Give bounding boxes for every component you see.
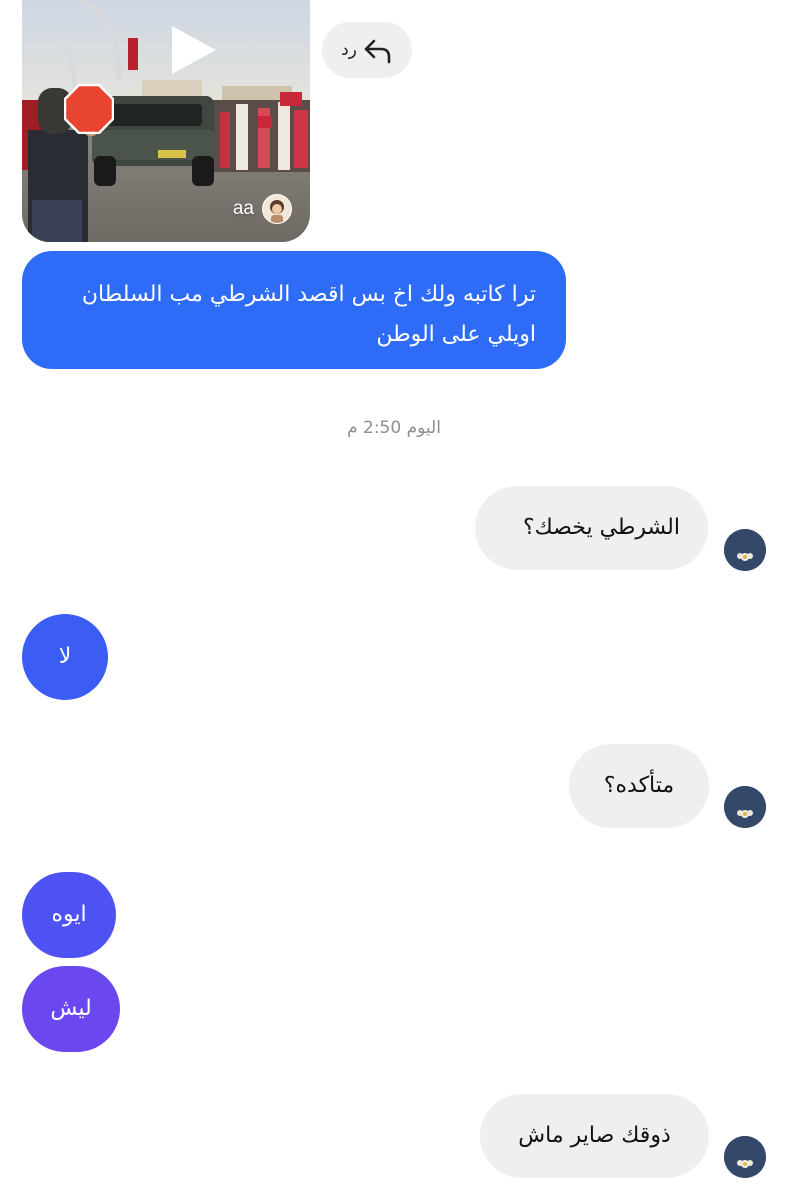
contact-avatar[interactable] <box>724 1136 766 1178</box>
stop-sign-icon <box>64 84 114 134</box>
reply-arrow-icon <box>364 39 391 64</box>
message-text: لا <box>58 644 72 669</box>
sharer-name: aa <box>232 198 254 219</box>
message-bubble-sent[interactable]: ليش <box>22 966 120 1052</box>
reply-button[interactable]: رد <box>322 22 412 78</box>
video-sharer[interactable]: aa <box>233 194 292 224</box>
message-text: ترا كاتبه ولك اخ بس اقصد الشرطي مب السلط… <box>81 282 536 347</box>
message-bubble-sent[interactable]: لا <box>22 614 108 700</box>
message-bubble-sent[interactable]: ايوه <box>22 872 116 958</box>
play-icon[interactable] <box>170 24 218 76</box>
message-text: ذوقك صاير ماش <box>518 1123 671 1148</box>
message-text: الشرطي يخصك؟ <box>522 515 680 540</box>
sharer-avatar <box>262 194 292 224</box>
message-text: ليش <box>50 996 92 1021</box>
timestamp-divider: اليوم 2:50 م <box>347 418 441 438</box>
message-bubble-received[interactable]: الشرطي يخصك؟ <box>475 486 708 570</box>
message-bubble-received[interactable]: متأكده؟ <box>569 744 709 828</box>
shared-video-card[interactable]: aa <box>22 0 310 242</box>
message-bubble-received[interactable]: ذوقك صاير ماش <box>480 1094 709 1178</box>
chat-thread: aa رد ترا كاتبه ولك اخ بس اقصد الشرطي مب… <box>0 0 788 1199</box>
contact-avatar[interactable] <box>724 786 766 828</box>
message-text: ايوه <box>51 902 87 927</box>
reply-label: رد <box>341 40 357 60</box>
message-bubble-sent[interactable]: ترا كاتبه ولك اخ بس اقصد الشرطي مب السلط… <box>22 251 566 369</box>
message-text: متأكده؟ <box>603 773 675 798</box>
contact-avatar[interactable] <box>724 529 766 571</box>
